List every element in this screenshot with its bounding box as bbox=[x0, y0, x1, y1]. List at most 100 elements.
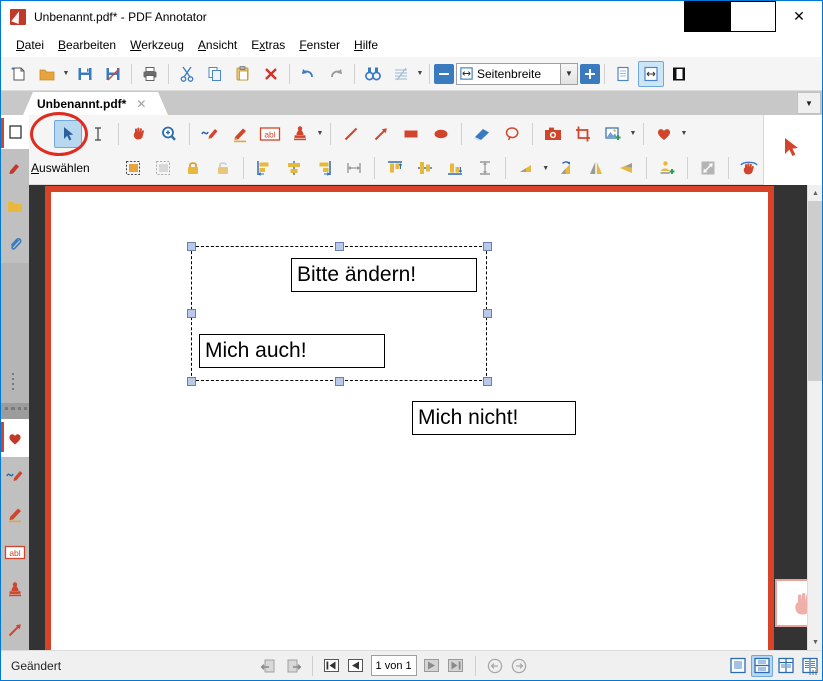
go-forward-page-button[interactable] bbox=[282, 655, 304, 677]
selection-handle-e[interactable] bbox=[483, 309, 492, 318]
scroll-down-button[interactable]: ▼ bbox=[808, 634, 822, 650]
favorite-dropdown-caret-icon[interactable]: ▼ bbox=[679, 121, 689, 147]
resize-grip-icon[interactable] bbox=[809, 667, 819, 677]
selection-handle-nw[interactable] bbox=[187, 242, 196, 251]
sidebar-tab-highlighter[interactable] bbox=[1, 495, 29, 533]
sidebar-tab-favorites[interactable] bbox=[1, 419, 29, 457]
menu-datei[interactable]: Datei bbox=[9, 35, 51, 55]
selection-handle-se[interactable] bbox=[483, 377, 492, 386]
sidebar-tab-pen[interactable] bbox=[1, 457, 29, 495]
sidebar-tab-arrow[interactable] bbox=[1, 609, 29, 650]
deselect-objects-button[interactable] bbox=[149, 154, 177, 182]
open-dropdown-caret-icon[interactable]: ▼ bbox=[61, 61, 71, 87]
go-back-page-button[interactable] bbox=[258, 655, 280, 677]
textbox-mich-nicht[interactable]: Mich nicht! bbox=[412, 401, 576, 435]
cut-button[interactable] bbox=[174, 61, 200, 87]
crop-button[interactable] bbox=[569, 120, 597, 148]
menu-ansicht[interactable]: Ansicht bbox=[191, 35, 244, 55]
sidebar-tab-folder[interactable] bbox=[1, 187, 29, 225]
rectangle-button[interactable] bbox=[397, 120, 425, 148]
save-as-button[interactable] bbox=[100, 61, 126, 87]
document-tab[interactable]: Unbenannt.pdf* ✕ bbox=[23, 92, 168, 115]
sidebar-tab-stamp[interactable] bbox=[1, 571, 29, 609]
bring-to-front-button[interactable] bbox=[653, 154, 681, 182]
menu-werkzeug[interactable]: Werkzeug bbox=[123, 35, 191, 55]
single-page-view-button[interactable] bbox=[610, 61, 636, 87]
textbox-bitte-aendern[interactable]: Bitte ändern! bbox=[291, 258, 477, 292]
first-page-button[interactable] bbox=[321, 655, 343, 677]
zoom-out-button[interactable] bbox=[434, 63, 454, 84]
close-button[interactable]: ✕ bbox=[776, 1, 822, 32]
save-button[interactable] bbox=[72, 61, 98, 87]
flip-horizontal-button[interactable] bbox=[582, 154, 610, 182]
copy-button[interactable] bbox=[202, 61, 228, 87]
align-center-horizontal-button[interactable] bbox=[280, 154, 308, 182]
zoom-in-button[interactable] bbox=[580, 63, 600, 84]
history-back-button[interactable] bbox=[484, 655, 506, 677]
menu-extras[interactable]: Extras bbox=[244, 35, 292, 55]
eraser-button[interactable] bbox=[468, 120, 496, 148]
find-button[interactable] bbox=[360, 61, 386, 87]
grid-lines-button[interactable] bbox=[388, 61, 414, 87]
ellipse-button[interactable] bbox=[427, 120, 455, 148]
text-cursor-button[interactable] bbox=[84, 120, 112, 148]
sidebar-tab-bookmarks[interactable] bbox=[1, 149, 29, 187]
favorite-heart-button[interactable] bbox=[650, 120, 678, 148]
lasso-button[interactable] bbox=[498, 120, 526, 148]
menu-fenster[interactable]: Fenster bbox=[292, 35, 347, 55]
selection-handle-n[interactable] bbox=[335, 242, 344, 251]
layout-single-page-button[interactable] bbox=[727, 655, 749, 677]
new-document-button[interactable] bbox=[6, 61, 32, 87]
align-left-button[interactable] bbox=[250, 154, 278, 182]
zoom-dropdown-caret-icon[interactable]: ▼ bbox=[561, 62, 578, 85]
selection-handle-w[interactable] bbox=[187, 309, 196, 318]
selection-handle-s[interactable] bbox=[335, 377, 344, 386]
delete-button[interactable] bbox=[258, 61, 284, 87]
zoom-value-field[interactable]: Seitenbreite bbox=[456, 62, 561, 85]
full-screen-view-button[interactable] bbox=[666, 61, 692, 87]
selection-handle-ne[interactable] bbox=[483, 242, 492, 251]
last-page-button[interactable] bbox=[445, 655, 467, 677]
lock-open-button[interactable] bbox=[209, 154, 237, 182]
camera-snapshot-button[interactable] bbox=[539, 120, 567, 148]
resize-diagonal-button[interactable] bbox=[694, 154, 722, 182]
document-page[interactable]: Bitte ändern! Mich auch! Mich nicht! bbox=[51, 192, 807, 650]
open-folder-button[interactable] bbox=[34, 61, 60, 87]
align-middle-vertical-button[interactable] bbox=[411, 154, 439, 182]
layout-two-page-button[interactable] bbox=[775, 655, 797, 677]
sidebar-tab-pages[interactable] bbox=[1, 115, 29, 149]
maximize-button[interactable] bbox=[730, 1, 776, 32]
minimize-button[interactable] bbox=[684, 1, 730, 32]
page-width-view-button[interactable] bbox=[638, 60, 664, 87]
stamp-button[interactable] bbox=[286, 120, 314, 148]
rotate-right-button[interactable] bbox=[552, 154, 580, 182]
tab-close-icon[interactable]: ✕ bbox=[136, 97, 146, 111]
sidebar-tab-attachments[interactable] bbox=[1, 225, 29, 263]
undo-button[interactable] bbox=[295, 61, 321, 87]
previous-page-button[interactable] bbox=[345, 655, 367, 677]
hand-stamp-annotation[interactable] bbox=[775, 579, 807, 627]
align-top-button[interactable] bbox=[381, 154, 409, 182]
flip-vertical-button[interactable] bbox=[612, 154, 640, 182]
vertical-scrollbar[interactable]: ▲ ▼ bbox=[807, 185, 822, 650]
menu-hilfe[interactable]: Hilfe bbox=[347, 35, 385, 55]
select-all-objects-button[interactable] bbox=[119, 154, 147, 182]
align-bottom-button[interactable] bbox=[441, 154, 469, 182]
freehand-pen-button[interactable] bbox=[196, 120, 224, 148]
select-arrow-button[interactable] bbox=[54, 119, 82, 148]
line-button[interactable] bbox=[337, 120, 365, 148]
history-forward-button[interactable] bbox=[508, 655, 530, 677]
rotate-shape-button[interactable] bbox=[512, 154, 540, 182]
document-viewport[interactable]: Bitte ändern! Mich auch! Mich nicht! bbox=[29, 185, 807, 650]
page-number-field[interactable]: 1 von 1 bbox=[370, 655, 417, 676]
tab-overflow-button[interactable]: ▼ bbox=[797, 92, 821, 114]
menu-bearbeiten[interactable]: Bearbeiten bbox=[51, 35, 123, 55]
scroll-up-button[interactable]: ▲ bbox=[808, 185, 822, 201]
textbox-mich-auch[interactable]: Mich auch! bbox=[199, 334, 385, 368]
distribute-vertical-button[interactable] bbox=[471, 154, 499, 182]
align-right-button[interactable] bbox=[310, 154, 338, 182]
pan-hand-button[interactable] bbox=[125, 120, 153, 148]
arrow-button[interactable] bbox=[367, 120, 395, 148]
sidebar-grip[interactable] bbox=[12, 373, 17, 393]
zoom-combobox[interactable]: Seitenbreite ▼ bbox=[456, 62, 578, 85]
